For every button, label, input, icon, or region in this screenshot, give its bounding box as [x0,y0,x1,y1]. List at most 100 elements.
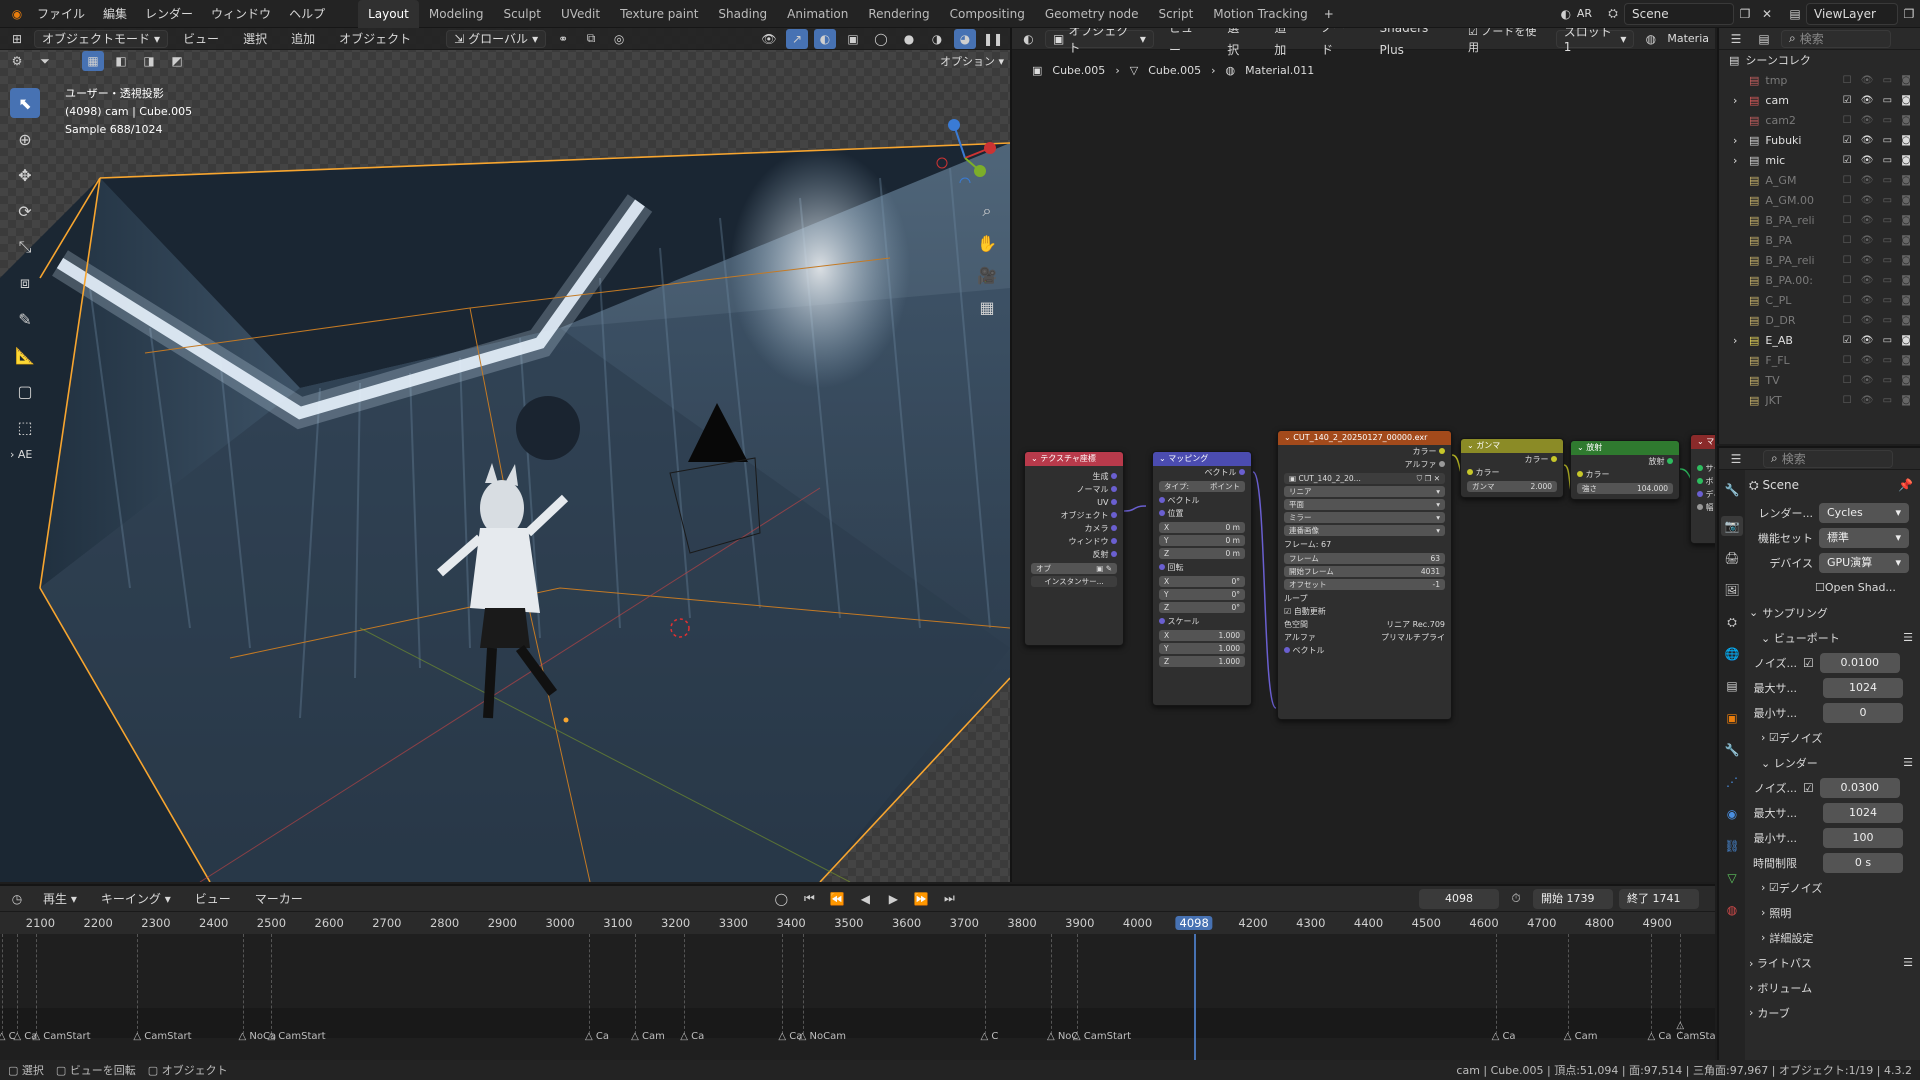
transform-tool-icon[interactable]: ⧈ [10,268,40,298]
properties-type-icon[interactable]: ☰ [1725,449,1747,469]
open-shading-checkbox[interactable]: ☐ Open Shad... [1749,575,1919,600]
visibility-toggles[interactable]: ☐ 👁 ▭ ◙ [1843,295,1914,306]
clock-icon[interactable]: ⏱ [1505,889,1527,909]
timeline-marker[interactable]: △ CamStart [133,1031,191,1042]
socket-normal[interactable]: ノーマル [1025,483,1123,496]
playhead[interactable] [1194,934,1197,1060]
vp-noise-checkbox[interactable]: ☑ [1803,656,1814,670]
rotate-tool-icon[interactable]: ⟳ [10,196,40,226]
rendered-shading-icon[interactable]: ◕ [954,28,976,49]
outliner-item[interactable]: ▤ JKT ☐ 👁 ▭ ◙ [1719,390,1920,410]
outliner-type-icon[interactable]: ☰ [1725,29,1747,49]
current-frame-field[interactable]: 4098 [1419,888,1499,909]
r-denoise-subsection[interactable]: › ☑ デノイズ [1749,875,1919,900]
zoom-icon[interactable]: ⌕ [974,198,1000,224]
material-shading-icon[interactable]: ◑ [926,29,948,49]
outliner-item[interactable]: › ▤ Fubuki ☑ 👁 ▭ ◙ [1719,130,1920,150]
start-frame-field[interactable]: 開始フレーム 4031 [1284,566,1445,577]
scale-z[interactable]: Z 1.000 [1159,656,1245,667]
alpha-row[interactable]: アルファ プリマルチプライ [1278,631,1451,644]
select-tool-icon[interactable]: ⬉ [10,88,40,118]
outliner-item[interactable]: ▤ TV ☐ 👁 ▭ ◙ [1719,370,1920,390]
properties-search[interactable]: ⌕ 検索 [1763,449,1893,468]
outliner-item[interactable]: › ▤ cam ☑ 👁 ▭ ◙ [1719,90,1920,110]
timeline-marker[interactable]: △ CamStart [32,1031,90,1042]
tab-geometry-node[interactable]: Geometry node [1035,0,1149,28]
node-texture-coordinate[interactable]: ⌄ テクスチャ座標 生成 ノーマル UV オブジェクト カメラ ウィンドウ 反射… [1024,451,1124,646]
scale-x[interactable]: X 1.000 [1159,630,1245,641]
outliner-item[interactable]: ▤ A_GM ☐ 👁 ▭ ◙ [1719,170,1920,190]
object-field[interactable]: オブ ▣ ✎ [1031,563,1117,574]
timeline-type-icon[interactable]: ◷ [6,889,28,909]
light-paths-section[interactable]: › ライトパス ☰ [1749,950,1919,975]
viewport-subsection[interactable]: ⌄ ビューポート ☰ [1749,625,1919,650]
socket-object[interactable]: オブジェクト [1025,509,1123,522]
scene-collection-row[interactable]: ▤ シーンコレク [1719,50,1920,70]
timeline-marker[interactable]: △ CamStart [267,1031,325,1042]
output-tab-icon[interactable]: 🖨 [1721,548,1743,568]
node-mapping[interactable]: ⌄ マッピング ベクトル タイプ: ポイント ベクトル 位置 X0 m Y0 m … [1152,451,1252,706]
physics-tab-icon[interactable]: ◉ [1721,804,1743,824]
outliner-item[interactable]: ▤ F_FL ☐ 👁 ▭ ◙ [1719,350,1920,370]
tab-animation[interactable]: Animation [777,0,858,28]
vp-min-field[interactable]: 0 [1823,702,1903,723]
rot-z[interactable]: Z 0° [1159,602,1245,613]
socket-volume[interactable]: ボリ [1691,475,1715,488]
loc-y[interactable]: Y0 m [1159,535,1245,546]
jump-keyframe-back-icon[interactable]: ⏪ [826,889,848,909]
outliner-item[interactable]: ▤ B_PA_reli ☐ 👁 ▭ ◙ [1719,210,1920,230]
properties-panel[interactable]: ☰ ⌕ 検索 🔧 📷 🖨 🖼 ⛭ 🌐 ▤ ▣ 🔧 ⋰ ◉ ⛓ ▽ ◍ ⛭ Sce… [1717,446,1920,1060]
tl-menu-view[interactable]: ビュー [186,886,240,913]
lights-subsection[interactable]: › 照明 [1749,900,1919,925]
expand-icon[interactable]: › [1733,94,1745,107]
loc-x[interactable]: X0 m [1159,522,1245,533]
vp-menu-view[interactable]: ビュー [174,28,228,50]
render-subsection[interactable]: ⌄ レンダー ☰ [1749,750,1919,775]
socket-generated[interactable]: 生成 [1025,470,1123,483]
menu-edit[interactable]: 編集 [94,0,136,28]
auto-key-icon[interactable]: ◯ [770,889,792,909]
socket-vector-in[interactable]: ベクトル [1278,644,1451,657]
pivot-icon[interactable]: ⚭ [552,29,574,49]
socket-window[interactable]: ウィンドウ [1025,535,1123,548]
view-layer-selector[interactable]: ViewLayer [1806,2,1898,25]
move-tool-icon[interactable]: ✥ [10,160,40,190]
visibility-toggles[interactable]: ☐ 👁 ▭ ◙ [1843,115,1914,126]
r-noise-field[interactable]: 0.0300 [1819,777,1900,798]
socket-alpha-out[interactable]: アルファ [1278,458,1451,471]
r-max-field[interactable]: 1024 [1823,802,1903,823]
select-mode-extend-icon[interactable]: ◧ [110,51,132,71]
timeline-marker[interactable]: △ C [981,1031,999,1042]
end-frame-field[interactable]: 終了 1741 [1619,888,1699,909]
tab-uvedit[interactable]: UVedit [551,0,610,28]
constraints-tab-icon[interactable]: ⛓ [1721,836,1743,856]
camera-view-icon[interactable]: 🎥 [974,262,1000,288]
tl-menu-marker[interactable]: マーカー [246,886,312,913]
visibility-toggles[interactable]: ☐ 👁 ▭ ◙ [1843,195,1914,206]
gamma-value[interactable]: ガンマ 2.000 [1467,481,1557,492]
visibility-toggles[interactable]: ☑ 👁 ▭ ◙ [1843,95,1914,106]
socket-out[interactable]: す [1691,449,1715,462]
expand-icon[interactable]: › [1733,334,1745,347]
vp-max-field[interactable]: 1024 [1823,677,1903,698]
timeline-marker[interactable]: △ Ca [1492,1031,1516,1042]
outliner-item[interactable]: ▤ D_DR ☐ 👁 ▭ ◙ [1719,310,1920,330]
node-output-partial[interactable]: ⌄ マ す サー ボリ ディ 幅 [1690,434,1715,544]
tool-tab-icon[interactable]: 🔧 [1721,480,1743,500]
strength-value[interactable]: 強さ 104.000 [1577,483,1673,494]
socket-color-out[interactable]: カラー [1461,453,1563,466]
visibility-icon[interactable]: 👁 [758,29,780,49]
timeline-marker[interactable]: △ Ca [1647,1031,1671,1042]
device-dropdown[interactable]: GPU演算 ▾ [1819,552,1909,573]
projection-dropdown[interactable]: 平面 ▾ [1284,499,1445,510]
socket-vector-out[interactable]: ベクトル [1153,466,1251,479]
timeline[interactable]: ◷ 再生 ▾ キーイング ▾ ビュー マーカー ◯ ⏮ ⏪ ◀ ▶ ⏩ ⏭ 40… [0,884,1715,1060]
addon-label[interactable]: › AE [10,448,44,461]
tab-modeling[interactable]: Modeling [419,0,494,28]
overlay-icon[interactable]: ◐ [814,28,836,49]
menu-help[interactable]: ヘルプ [280,0,334,28]
view-layer-icon[interactable]: ▤ [1784,4,1806,24]
visibility-toggles[interactable]: ☐ 👁 ▭ ◙ [1843,255,1914,266]
mode-dropdown[interactable]: オブジェクトモード ▾ [34,29,169,48]
tab-rendering[interactable]: Rendering [858,0,939,28]
